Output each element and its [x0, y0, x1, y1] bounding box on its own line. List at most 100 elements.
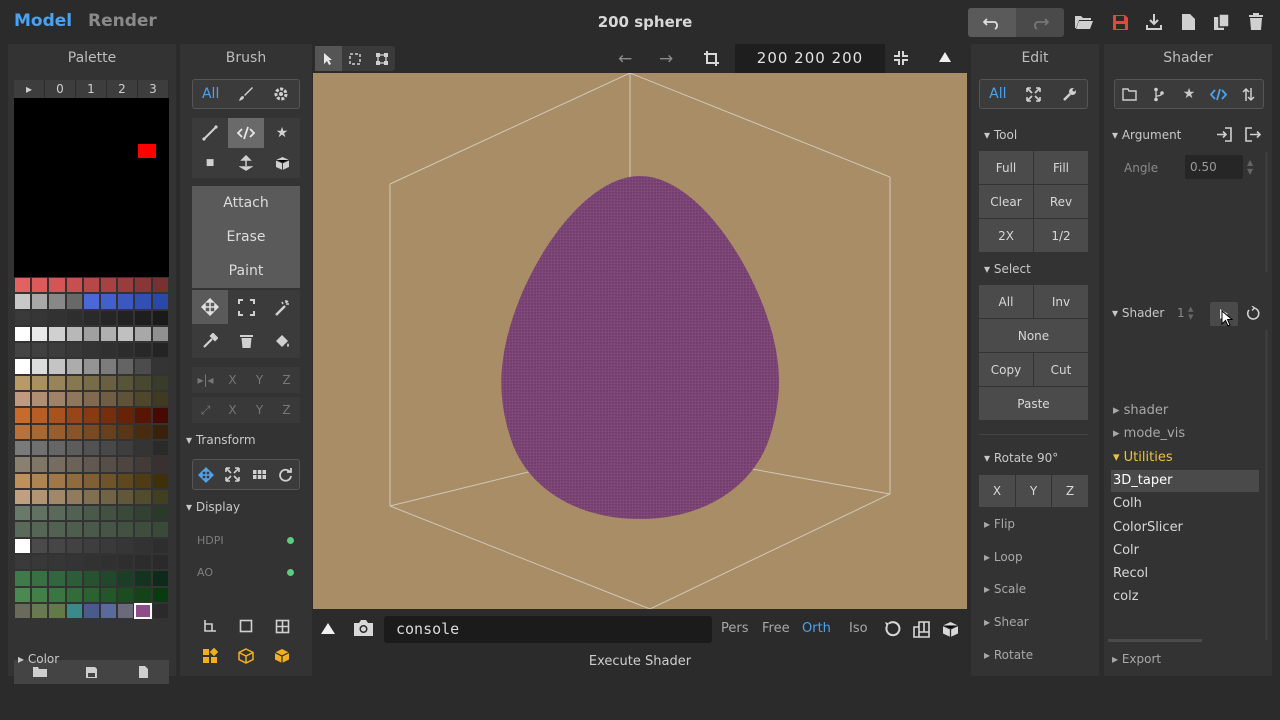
palette-swatch[interactable] [48, 488, 66, 506]
palette-swatch[interactable] [99, 374, 118, 392]
redo-button[interactable] [1016, 8, 1064, 37]
palette-swatch[interactable] [99, 521, 118, 538]
layout-button[interactable] [913, 621, 930, 641]
palette-swatch[interactable] [31, 472, 49, 489]
palette-swatch[interactable] [99, 391, 118, 408]
attach-button[interactable]: Attach [192, 186, 300, 220]
palette-swatch[interactable] [82, 293, 100, 310]
palette-swatch[interactable] [14, 488, 32, 506]
palette-swatch[interactable] [151, 407, 169, 424]
palette-swatch[interactable] [65, 537, 83, 555]
node-select-button[interactable] [368, 46, 395, 71]
double-button[interactable]: 2X [979, 219, 1033, 252]
palette-swatch[interactable] [31, 374, 49, 392]
transform-scale-tab[interactable] [220, 460, 247, 489]
rotate90-z-button[interactable]: Z [1052, 475, 1088, 507]
palette-swatch[interactable] [82, 374, 100, 392]
palette-swatch[interactable] [14, 456, 32, 473]
palette-swatch[interactable] [134, 423, 152, 440]
palette-swatch[interactable] [31, 570, 49, 587]
brush-paint-tab[interactable] [228, 80, 263, 108]
palette-swatch[interactable] [82, 358, 100, 375]
palette-swatch[interactable] [31, 309, 49, 326]
palette-swatch[interactable] [48, 407, 66, 424]
palette-swatch[interactable] [151, 488, 169, 506]
palette-swatch[interactable] [134, 309, 152, 326]
mirror-y-toggle[interactable]: Y [246, 367, 273, 393]
palette-swatch[interactable] [82, 488, 100, 506]
palette-swatch[interactable] [65, 505, 83, 522]
palette-swatch[interactable] [151, 391, 169, 408]
palette-swatch[interactable] [99, 505, 118, 522]
palette-swatch[interactable] [151, 602, 169, 620]
palette-swatch[interactable] [134, 407, 152, 424]
brush-all-tab[interactable]: All [193, 80, 228, 108]
palette-swatch[interactable] [48, 358, 66, 375]
palette-swatch[interactable] [65, 277, 83, 294]
palette-swatch[interactable] [48, 472, 66, 489]
palette-swatch[interactable] [48, 342, 66, 359]
palette-swatch[interactable] [151, 325, 169, 343]
view-free[interactable]: Free [762, 621, 790, 636]
shear-section[interactable]: ▸ Shear [984, 615, 1029, 629]
arrow-left-button[interactable]: ← [618, 49, 632, 69]
palette-swatch[interactable] [134, 521, 152, 538]
palette-swatch[interactable] [65, 521, 83, 538]
palette-swatch[interactable] [31, 456, 49, 473]
new-file-button[interactable] [1176, 10, 1200, 34]
execute-shader-button[interactable]: Execute Shader [540, 654, 740, 669]
save-button[interactable] [1108, 10, 1132, 34]
palette-swatch[interactable] [82, 602, 100, 620]
shader-sort-tab[interactable] [1233, 80, 1263, 108]
cube-brush-button[interactable] [264, 148, 300, 178]
shader-count-stepper[interactable]: ▲ ▼ [1188, 305, 1193, 321]
erase-button[interactable]: Erase [192, 220, 300, 254]
crop-button[interactable] [703, 50, 720, 70]
collapse-up-button[interactable] [938, 50, 952, 67]
palette-swatch[interactable] [151, 456, 169, 473]
view-iso[interactable]: Iso [849, 621, 868, 636]
palette-swatch[interactable] [48, 391, 66, 408]
palette-swatch[interactable] [117, 277, 135, 294]
expand-console-button[interactable] [320, 620, 336, 639]
view-pers[interactable]: Pers [721, 621, 749, 636]
palette-swatch[interactable] [134, 586, 152, 603]
palette-swatch[interactable] [117, 505, 135, 522]
console-input[interactable]: console [384, 616, 712, 643]
shader-list-item[interactable]: Colr [1113, 543, 1139, 558]
cube-outline-button[interactable] [234, 645, 258, 667]
palette-swatch[interactable] [14, 391, 32, 408]
display-section[interactable]: ▾ Display [186, 500, 240, 514]
palette-swatch[interactable] [48, 423, 66, 440]
edit-all-tab[interactable]: All [980, 80, 1016, 108]
palette-swatch[interactable] [117, 521, 135, 538]
palette-swatch[interactable] [99, 439, 118, 457]
palette-swatch[interactable] [31, 407, 49, 424]
select-all-button[interactable]: All [979, 285, 1033, 318]
flip-section[interactable]: ▸ Flip [984, 517, 1015, 531]
mirror-z-toggle[interactable]: Z [273, 367, 300, 393]
magic-wand-button[interactable] [264, 290, 300, 324]
palette-swatch[interactable] [82, 505, 100, 522]
palette-swatch[interactable] [65, 554, 83, 571]
palette-swatch[interactable] [134, 537, 152, 555]
transform-grid-tab[interactable] [246, 460, 273, 489]
palette-swatch[interactable] [117, 439, 135, 457]
palette-swatch[interactable] [117, 407, 135, 424]
palette-swatch[interactable] [14, 342, 32, 359]
palette-swatch[interactable] [14, 586, 32, 603]
palette-swatch[interactable] [14, 277, 32, 294]
palette-swatch[interactable] [14, 537, 32, 555]
palette-swatch[interactable] [99, 472, 118, 489]
fit-view-button[interactable] [893, 50, 909, 69]
screenshot-button[interactable] [353, 619, 374, 640]
shader-list-item[interactable]: Recol [1113, 566, 1148, 581]
palette-swatch[interactable] [48, 309, 66, 326]
palette-swatch[interactable] [99, 570, 118, 587]
palette-swatch[interactable] [117, 374, 135, 392]
palette-swatch[interactable] [48, 537, 66, 555]
palette-swatch[interactable] [14, 407, 32, 424]
palette-swatch[interactable] [99, 407, 118, 424]
palette-swatch[interactable] [48, 439, 66, 457]
loop-section[interactable]: ▸ Loop [984, 550, 1023, 564]
